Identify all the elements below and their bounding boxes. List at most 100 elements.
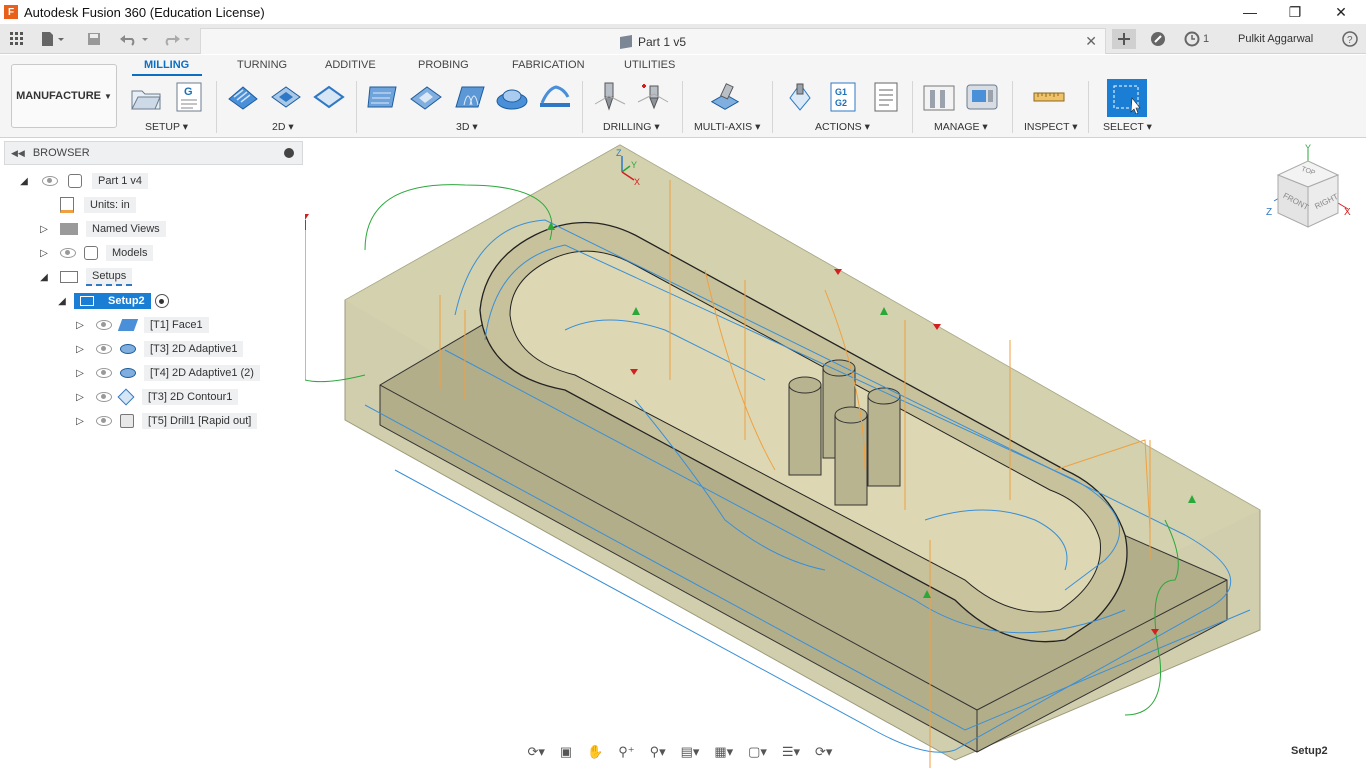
restore-button[interactable]: ❐ bbox=[1272, 0, 1318, 24]
browser-options-icon[interactable] bbox=[284, 148, 294, 158]
fusion-logo-icon: F bbox=[4, 5, 18, 19]
3d-group-label[interactable]: 3D ▾ bbox=[456, 121, 478, 133]
visibility-eye-icon[interactable] bbox=[60, 248, 76, 258]
grid-icon[interactable]: ▦▾ bbox=[714, 744, 733, 760]
setup-sheet-icon[interactable] bbox=[869, 82, 903, 112]
effects-icon[interactable]: ☰▾ bbox=[782, 744, 800, 760]
setup2-node[interactable]: ◢ Setup2 bbox=[56, 291, 169, 311]
minimize-button[interactable]: — bbox=[1227, 0, 1273, 24]
2d-adaptive-clearing-icon[interactable] bbox=[226, 82, 260, 112]
operation-row[interactable]: ▷ [T5] Drill1 [Rapid out] bbox=[74, 411, 258, 431]
tab-probing[interactable]: PROBING bbox=[418, 59, 469, 71]
inspect-group-label[interactable]: INSPECT ▾ bbox=[1024, 121, 1078, 133]
setups-node[interactable]: ◢ Setups bbox=[38, 267, 133, 287]
visibility-eye-icon[interactable] bbox=[96, 392, 112, 402]
tab-additive[interactable]: ADDITIVE bbox=[325, 59, 376, 71]
help-icon[interactable]: ? bbox=[1340, 29, 1360, 49]
visibility-eye-icon[interactable] bbox=[96, 320, 112, 330]
collapsed-triangle-icon[interactable]: ▷ bbox=[74, 367, 86, 379]
models-node[interactable]: ▷ Models bbox=[38, 243, 154, 263]
g1-glyph: G1 bbox=[835, 87, 847, 97]
setup-group-label[interactable]: SETUP ▾ bbox=[145, 121, 188, 133]
named-views-node[interactable]: ▷ Named Views bbox=[38, 219, 166, 239]
collapsed-triangle-icon[interactable]: ▷ bbox=[74, 391, 86, 403]
user-name[interactable]: Pulkit Aggarwal bbox=[1238, 29, 1318, 49]
3d-adaptive-icon[interactable] bbox=[366, 82, 400, 112]
select-arrow-icon[interactable] bbox=[1107, 79, 1147, 117]
expanded-triangle-icon[interactable]: ◢ bbox=[56, 295, 68, 307]
collapsed-triangle-icon[interactable]: ▷ bbox=[38, 247, 50, 259]
tab-milling[interactable]: MILLING bbox=[144, 59, 189, 71]
new-tab-plus-icon[interactable] bbox=[1112, 29, 1136, 49]
tab-fabrication[interactable]: FABRICATION bbox=[512, 59, 585, 71]
collapsed-triangle-icon[interactable]: ▷ bbox=[74, 343, 86, 355]
multi-axis-group-label[interactable]: MULTI-AXIS ▾ bbox=[694, 121, 760, 133]
collapse-browser-icon[interactable]: ◀◀ bbox=[11, 148, 25, 159]
units-node[interactable]: Units: in bbox=[60, 195, 136, 215]
pan-hand-icon[interactable]: ✋ bbox=[587, 744, 603, 760]
post-process-g1-g2-icon[interactable]: G1 G2 bbox=[826, 82, 860, 112]
3d-scallop-icon[interactable] bbox=[538, 82, 572, 112]
2d-pocket-icon[interactable] bbox=[269, 82, 303, 112]
display-settings-icon[interactable]: ▤▾ bbox=[681, 744, 700, 760]
document-tab[interactable]: Part 1 v5 ✕ bbox=[200, 28, 1106, 54]
close-tab-icon[interactable]: ✕ bbox=[1085, 33, 1097, 50]
visibility-eye-icon[interactable] bbox=[96, 416, 112, 426]
operation-row[interactable]: ▷ [T4] 2D Adaptive1 (2) bbox=[74, 363, 260, 383]
workspace-switcher[interactable]: MANUFACTURE ▼ bbox=[11, 64, 117, 128]
file-menu-icon[interactable] bbox=[38, 29, 68, 49]
operation-row[interactable]: ▷ [T3] 2D Adaptive1 bbox=[74, 339, 244, 359]
look-at-icon[interactable]: ▣ bbox=[560, 744, 572, 760]
3d-contour-icon[interactable] bbox=[495, 82, 529, 112]
2d-contour-icon[interactable] bbox=[312, 82, 346, 112]
actions-group-label[interactable]: ACTIONS ▾ bbox=[815, 121, 870, 133]
3d-viewport[interactable] bbox=[301, 140, 1366, 768]
measure-icon[interactable] bbox=[1032, 82, 1066, 112]
new-setup-folder-icon[interactable] bbox=[129, 82, 163, 112]
job-status-clock-icon[interactable] bbox=[1181, 29, 1203, 49]
view-cube[interactable]: TOP FRONT RIGHT Y Z X bbox=[1262, 143, 1362, 235]
collapsed-triangle-icon[interactable]: ▷ bbox=[74, 415, 86, 427]
visibility-eye-icon[interactable] bbox=[96, 368, 112, 378]
drilling-group-label[interactable]: DRILLING ▾ bbox=[603, 121, 660, 133]
manage-group-label[interactable]: MANAGE ▾ bbox=[934, 121, 988, 133]
setup2-label: Setup2 bbox=[108, 295, 145, 307]
data-panel-grid-icon[interactable] bbox=[6, 29, 28, 49]
collapsed-triangle-icon[interactable]: ▷ bbox=[74, 319, 86, 331]
simulate-icon[interactable] bbox=[783, 82, 817, 112]
orbit-icon[interactable]: ⟳▾ bbox=[527, 744, 544, 760]
hole-recognition-icon[interactable] bbox=[636, 82, 670, 112]
origin-triad: Z Y X bbox=[612, 148, 644, 188]
fit-zoom-window-icon[interactable]: ⚲▾ bbox=[650, 744, 666, 760]
machine-library-icon[interactable] bbox=[965, 82, 999, 112]
operation-row[interactable]: ▷ [T3] 2D Contour1 bbox=[74, 387, 239, 407]
close-window-button[interactable]: ✕ bbox=[1318, 0, 1364, 24]
visibility-eye-icon[interactable] bbox=[42, 176, 58, 186]
tab-turning[interactable]: TURNING bbox=[237, 59, 287, 71]
operation-row[interactable]: ▷ [T1] Face1 bbox=[74, 315, 209, 335]
tool-library-icon[interactable] bbox=[922, 82, 956, 112]
drill-icon[interactable] bbox=[593, 82, 627, 112]
select-group-label[interactable]: SELECT ▾ bbox=[1103, 121, 1152, 133]
save-icon[interactable] bbox=[84, 29, 104, 49]
browser-root-node[interactable]: ◢ Part 1 v4 bbox=[18, 171, 149, 191]
collapsed-triangle-icon[interactable]: ▷ bbox=[38, 223, 50, 235]
multi-axis-group-text: MULTI-AXIS bbox=[694, 121, 753, 133]
viewports-icon[interactable]: ▢▾ bbox=[748, 744, 767, 760]
redo-icon[interactable] bbox=[158, 29, 194, 49]
3d-parallel-icon[interactable] bbox=[452, 82, 486, 112]
zoom-icon[interactable]: ⚲⁺ bbox=[618, 744, 634, 760]
multi-axis-icon[interactable] bbox=[708, 82, 742, 112]
setup2-selected[interactable]: Setup2 bbox=[74, 293, 151, 309]
expanded-triangle-icon[interactable]: ◢ bbox=[18, 175, 30, 187]
visibility-eye-icon[interactable] bbox=[96, 344, 112, 354]
tab-utilities[interactable]: UTILITIES bbox=[624, 59, 675, 71]
refresh-icon[interactable]: ⟳▾ bbox=[815, 744, 832, 760]
extensions-icon[interactable] bbox=[1147, 29, 1169, 49]
active-setup-radio-icon[interactable] bbox=[154, 294, 169, 308]
expanded-triangle-icon[interactable]: ◢ bbox=[38, 271, 50, 283]
2d-group-label[interactable]: 2D ▾ bbox=[272, 121, 294, 133]
post-process-g-icon[interactable]: G bbox=[172, 82, 206, 112]
undo-icon[interactable] bbox=[116, 29, 152, 49]
3d-pocket-icon[interactable] bbox=[409, 82, 443, 112]
